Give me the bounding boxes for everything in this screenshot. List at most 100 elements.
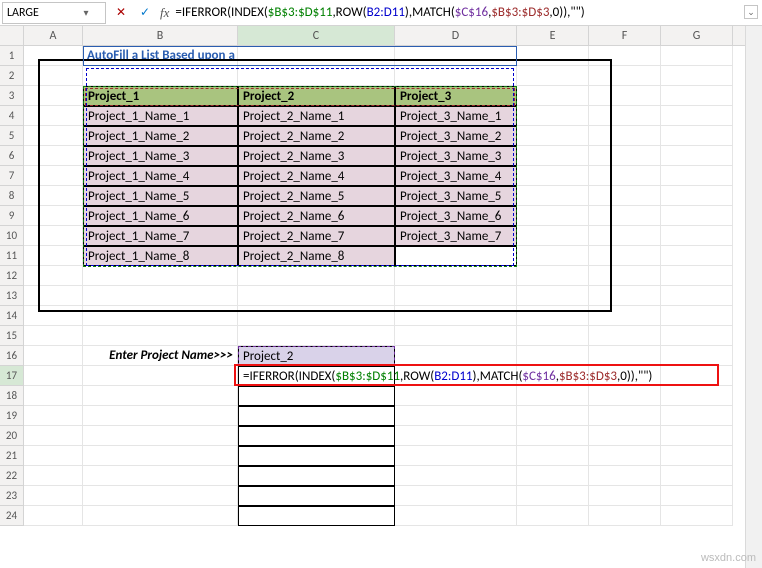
cell-G14[interactable] <box>661 306 733 326</box>
cell-G21[interactable] <box>661 446 733 466</box>
cell-G16[interactable] <box>661 346 733 366</box>
cell-F23[interactable] <box>589 486 661 506</box>
row-header-8[interactable]: 8 <box>0 186 24 206</box>
cell-D2[interactable] <box>395 66 517 86</box>
row-header-16[interactable]: 16 <box>0 346 24 366</box>
cell-G15[interactable] <box>661 326 733 346</box>
cell-B8[interactable]: Project_1_Name_5 <box>83 186 238 206</box>
formula-bar-input[interactable]: =IFERROR(INDEX($B$3:$D$11,ROW(B2:D11),MA… <box>169 5 760 20</box>
cell-G1[interactable] <box>661 46 733 66</box>
cell-C13[interactable] <box>238 286 395 306</box>
cell-F2[interactable] <box>589 66 661 86</box>
cell-C16[interactable]: Project_2 <box>238 346 395 366</box>
row-header-15[interactable]: 15 <box>0 326 24 346</box>
cell-D18[interactable] <box>395 386 517 406</box>
cell-D3[interactable]: Project_3 <box>395 86 517 106</box>
name-box[interactable]: ▾ <box>2 2 106 24</box>
row-header-21[interactable]: 21 <box>0 446 24 466</box>
cell-C2[interactable] <box>238 66 395 86</box>
cell-A22[interactable] <box>24 466 83 486</box>
cell-G9[interactable] <box>661 206 733 226</box>
cell-A7[interactable] <box>24 166 83 186</box>
cancel-icon[interactable]: ✕ <box>112 4 130 22</box>
cell-G2[interactable] <box>661 66 733 86</box>
cell-B7[interactable]: Project_1_Name_4 <box>83 166 238 186</box>
name-box-input[interactable] <box>7 6 79 20</box>
cell-C21[interactable] <box>238 446 395 466</box>
cell-G8[interactable] <box>661 186 733 206</box>
cell-G22[interactable] <box>661 466 733 486</box>
cell-E22[interactable] <box>517 466 589 486</box>
cell-A24[interactable] <box>24 506 83 526</box>
cell-B18[interactable] <box>83 386 238 406</box>
cell-C11[interactable]: Project_2_Name_8 <box>238 246 395 266</box>
cell-E10[interactable] <box>517 226 589 246</box>
cell-F8[interactable] <box>589 186 661 206</box>
cell-C19[interactable] <box>238 406 395 426</box>
cell-B14[interactable] <box>83 306 238 326</box>
accept-icon[interactable]: ✓ <box>136 4 154 22</box>
cell-G7[interactable] <box>661 166 733 186</box>
cell-C5[interactable]: Project_2_Name_2 <box>238 126 395 146</box>
col-header-A[interactable]: A <box>24 26 83 45</box>
row-header-7[interactable]: 7 <box>0 166 24 186</box>
cell-C23[interactable] <box>238 486 395 506</box>
cell-E11[interactable] <box>517 246 589 266</box>
row-header-18[interactable]: 18 <box>0 386 24 406</box>
cell-A5[interactable] <box>24 126 83 146</box>
cell-B22[interactable] <box>83 466 238 486</box>
cell-D23[interactable] <box>395 486 517 506</box>
row-header-14[interactable]: 14 <box>0 306 24 326</box>
cell-C10[interactable]: Project_2_Name_7 <box>238 226 395 246</box>
cell-A1[interactable] <box>24 46 83 66</box>
row-header-1[interactable]: 1 <box>0 46 24 66</box>
cell-D14[interactable] <box>395 306 517 326</box>
row-header-4[interactable]: 4 <box>0 106 24 126</box>
cell-A20[interactable] <box>24 426 83 446</box>
cell-G20[interactable] <box>661 426 733 446</box>
cell-G5[interactable] <box>661 126 733 146</box>
cell-F7[interactable] <box>589 166 661 186</box>
cell-E8[interactable] <box>517 186 589 206</box>
cell-A17[interactable] <box>24 366 83 386</box>
cell-B13[interactable] <box>83 286 238 306</box>
cell-B3[interactable]: Project_1 <box>83 86 238 106</box>
cell-A19[interactable] <box>24 406 83 426</box>
col-header-D[interactable]: D <box>395 26 517 45</box>
row-header-10[interactable]: 10 <box>0 226 24 246</box>
cell-F24[interactable] <box>589 506 661 526</box>
row-header-23[interactable]: 23 <box>0 486 24 506</box>
cell-B21[interactable] <box>83 446 238 466</box>
row-header-6[interactable]: 6 <box>0 146 24 166</box>
cell-F12[interactable] <box>589 266 661 286</box>
cell-A9[interactable] <box>24 206 83 226</box>
cell-E7[interactable] <box>517 166 589 186</box>
cell-C9[interactable]: Project_2_Name_6 <box>238 206 395 226</box>
cell-F15[interactable] <box>589 326 661 346</box>
cell-D10[interactable]: Project_3_Name_7 <box>395 226 517 246</box>
row-header-2[interactable]: 2 <box>0 66 24 86</box>
cell-A23[interactable] <box>24 486 83 506</box>
cell-D12[interactable] <box>395 266 517 286</box>
cell-D13[interactable] <box>395 286 517 306</box>
cell-B24[interactable] <box>83 506 238 526</box>
cell-E15[interactable] <box>517 326 589 346</box>
cell-A15[interactable] <box>24 326 83 346</box>
cell-A16[interactable] <box>24 346 83 366</box>
row-header-9[interactable]: 9 <box>0 206 24 226</box>
row-header-24[interactable]: 24 <box>0 506 24 526</box>
cell-C7[interactable]: Project_2_Name_4 <box>238 166 395 186</box>
cell-F5[interactable] <box>589 126 661 146</box>
cell-A11[interactable] <box>24 246 83 266</box>
cell-G23[interactable] <box>661 486 733 506</box>
row-header-12[interactable]: 12 <box>0 266 24 286</box>
cell-G3[interactable] <box>661 86 733 106</box>
cell-A8[interactable] <box>24 186 83 206</box>
row-header-19[interactable]: 19 <box>0 406 24 426</box>
cell-D20[interactable] <box>395 426 517 446</box>
cell-B6[interactable]: Project_1_Name_3 <box>83 146 238 166</box>
cell-B20[interactable] <box>83 426 238 446</box>
row-header-13[interactable]: 13 <box>0 286 24 306</box>
cell-G24[interactable] <box>661 506 733 526</box>
cell-D6[interactable]: Project_3_Name_3 <box>395 146 517 166</box>
